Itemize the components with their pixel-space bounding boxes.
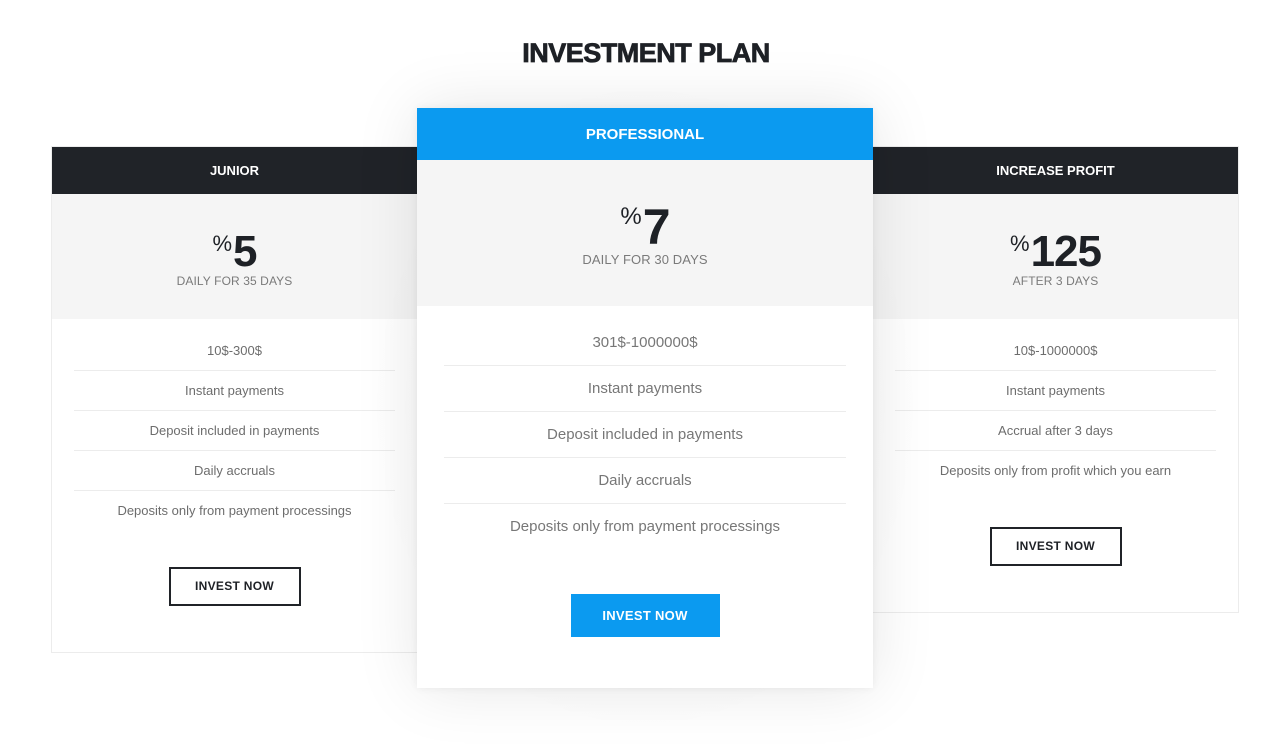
feature-list: 301$-1000000$ Instant payments Deposit i… [444,320,846,550]
percent-symbol: % [620,203,642,230]
investment-plan-section: INVESTMENT PLAN JUNIOR % 5 DAILY FOR 35 … [0,0,1280,744]
feature-list: 10$-300$ Instant payments Deposit includ… [74,331,395,531]
invest-now-button-increase-profit[interactable]: INVEST NOW [989,527,1122,566]
button-wrap: INVEST NOW [873,527,1238,566]
plan-header: JUNIOR [52,147,417,194]
price-box: % 5 DAILY FOR 35 DAYS [52,194,417,319]
feature-item: 10$-300$ [74,331,395,371]
section-title: INVESTMENT PLAN [522,38,771,69]
rate-value: 125 [1030,227,1102,276]
button-wrap: INVEST NOW [52,567,417,606]
price-box: % 7 DAILY FOR 30 DAYS [417,160,873,306]
feature-item: Deposit included in payments [74,411,395,451]
plan-rate: % 7 [417,202,873,252]
feature-item: 10$-1000000$ [895,331,1216,371]
feature-item: Deposits only from payment processings [117,503,352,518]
feature-list: 10$-1000000$ Instant payments Accrual af… [895,331,1216,491]
plan-rate: % 125 [873,230,1238,274]
feature-item: 301$-1000000$ [444,320,846,366]
percent-symbol: % [1010,231,1030,256]
plan-name: JUNIOR [209,163,260,178]
plan-header: PROFESSIONAL [417,108,873,160]
rate-period: DAILY FOR 35 DAYS [176,274,293,288]
plan-card-increase-profit: INCREASE PROFIT % 125 AFTER 3 DAYS 10$-1… [872,146,1239,613]
feature-item: Instant payments [74,371,395,411]
feature-item: Deposit included in payments [444,412,846,458]
feature-item: Accrual after 3 days [895,411,1216,451]
feature-item: Daily accruals [74,451,395,491]
feature-item: Daily accruals [444,458,846,504]
plan-card-junior: JUNIOR % 5 DAILY FOR 35 DAYS 10$-300$ In… [51,146,418,653]
feature-item: Instant payments [444,366,846,412]
feature-item: Instant payments [895,371,1216,411]
plan-card-professional: PROFESSIONAL % 7 DAILY FOR 30 DAYS 301$-… [417,108,873,688]
plan-name: INCREASE PROFIT [996,163,1115,178]
button-wrap: INVEST NOW [417,594,873,637]
feature-item: Deposits only from payment processings [509,518,781,535]
invest-now-button-professional[interactable]: INVEST NOW [570,594,720,637]
rate-value: 5 [233,227,258,276]
plan-name: PROFESSIONAL [585,125,705,143]
price-box: % 125 AFTER 3 DAYS [873,194,1238,319]
invest-now-button-junior[interactable]: INVEST NOW [168,567,301,606]
rate-period: AFTER 3 DAYS [1012,274,1099,288]
feature-item: Deposits only from profit which you earn [939,463,1172,478]
rate-value: 7 [642,199,671,255]
percent-symbol: % [212,231,233,256]
plan-rate: % 5 [52,230,417,274]
plan-header: INCREASE PROFIT [873,147,1238,194]
rate-period: DAILY FOR 30 DAYS [582,252,708,267]
